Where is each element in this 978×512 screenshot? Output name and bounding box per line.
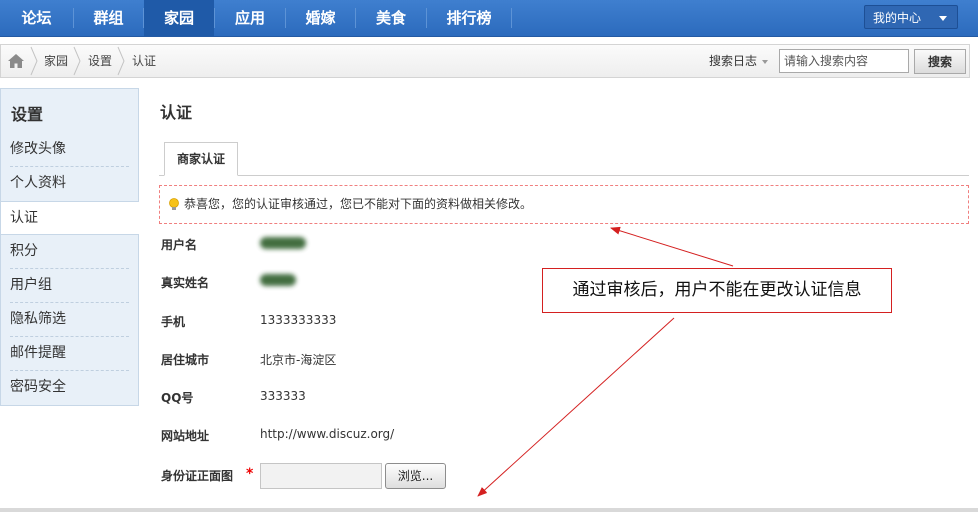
lightbulb-icon: [169, 198, 179, 210]
sidebar-item-label: 密码安全: [10, 379, 66, 395]
notice-text: 恭喜您，您的认证审核通过，您已不能对下面的资料做相关修改。: [184, 197, 533, 211]
tab-merchant-verification[interactable]: 商家认证: [164, 142, 238, 176]
page-title: 认证: [160, 103, 193, 122]
sidebar-item-password[interactable]: 密码安全: [1, 371, 138, 405]
settings-sidebar: 设置 修改头像 个人资料 认证 积分 用户组 隐私筛选 邮件提醒 密码安全: [0, 88, 139, 406]
bottom-divider: [0, 508, 978, 512]
sidebar-item-label: 认证: [10, 210, 38, 226]
field-label-id-front-image: 身份证正面图: [161, 469, 234, 483]
breadcrumb-separator: [30, 46, 38, 76]
field-label-city: 居住城市: [161, 353, 210, 367]
sidebar-item-verification[interactable]: 认证: [1, 201, 139, 235]
sidebar-item-profile[interactable]: 个人资料: [1, 167, 138, 201]
tab-divider: [159, 175, 969, 176]
field-label-website: 网站地址: [161, 429, 210, 443]
sidebar-item-label: 个人资料: [10, 175, 66, 191]
field-value-realname-blurred: [260, 274, 296, 289]
field-value-username-blurred: [260, 237, 306, 252]
redacted-blur: [260, 237, 306, 249]
nav-item-forum[interactable]: 论坛: [0, 0, 73, 36]
nav-item-home[interactable]: 家园: [144, 0, 214, 36]
field-label-realname: 真实姓名: [161, 276, 210, 290]
nav-separator: [511, 8, 512, 28]
nav-item-wedding[interactable]: 婚嫁: [286, 0, 355, 36]
breadcrumb-separator: [73, 46, 81, 76]
annotation-callout: 通过审核后，用户不能在更改认证信息: [542, 268, 892, 313]
field-value-qq: 333333: [260, 389, 306, 403]
search-input[interactable]: [779, 49, 909, 73]
breadcrumb-bar: 家园 设置 认证 搜索日志 搜索: [0, 44, 970, 78]
sidebar-item-email-notify[interactable]: 邮件提醒: [1, 337, 138, 371]
breadcrumb-home[interactable]: 家园: [44, 45, 68, 77]
sidebar-item-credits[interactable]: 积分: [1, 235, 138, 269]
sidebar-item-label: 积分: [10, 243, 38, 259]
nav-item-ranking[interactable]: 排行榜: [427, 0, 511, 36]
field-value-city: 北京市-海淀区: [260, 353, 337, 367]
field-label-qq: QQ号: [161, 391, 194, 405]
search-type-label: 搜索日志: [709, 54, 758, 68]
chevron-down-icon: [762, 59, 769, 64]
field-label-phone: 手机: [161, 315, 186, 329]
chevron-down-icon: [939, 16, 947, 21]
top-navigation: 论坛 群组 家园 应用 婚嫁 美食 排行榜 我的中心: [0, 0, 978, 37]
required-asterisk: *: [246, 466, 254, 482]
annotation-arrow-up: [610, 226, 734, 267]
home-icon[interactable]: [7, 53, 25, 69]
my-center-label: 我的中心: [873, 11, 922, 25]
id-image-file-input[interactable]: [260, 463, 382, 489]
search-button[interactable]: 搜索: [914, 49, 966, 74]
sidebar-item-privacy[interactable]: 隐私筛选: [1, 303, 138, 337]
field-label-username: 用户名: [161, 238, 198, 252]
field-value-phone: 1333333333: [260, 313, 337, 327]
redacted-blur: [260, 274, 296, 286]
field-value-website: http://www.discuz.org/: [260, 427, 395, 441]
search-type-dropdown[interactable]: 搜索日志: [709, 45, 769, 77]
sidebar-item-label: 邮件提醒: [10, 345, 66, 361]
sidebar-item-label: 隐私筛选: [10, 311, 66, 327]
sidebar-item-label: 用户组: [10, 277, 52, 293]
sidebar-item-avatar[interactable]: 修改头像: [1, 133, 138, 167]
breadcrumb-separator: [117, 46, 125, 76]
nav-item-groups[interactable]: 群组: [74, 0, 143, 36]
sidebar-item-label: 修改头像: [10, 141, 66, 157]
success-notice: 恭喜您，您的认证审核通过，您已不能对下面的资料做相关修改。: [159, 185, 969, 224]
nav-item-apps[interactable]: 应用: [215, 0, 285, 36]
breadcrumb-settings[interactable]: 设置: [88, 45, 112, 77]
sidebar-title: 设置: [11, 105, 44, 124]
browse-button[interactable]: 浏览...: [385, 463, 446, 489]
sidebar-item-usergroup[interactable]: 用户组: [1, 269, 138, 303]
my-center-dropdown[interactable]: 我的中心: [864, 5, 958, 29]
annotation-arrow-down: [477, 317, 675, 497]
nav-item-food[interactable]: 美食: [356, 0, 426, 36]
breadcrumb-current: 认证: [132, 54, 157, 68]
